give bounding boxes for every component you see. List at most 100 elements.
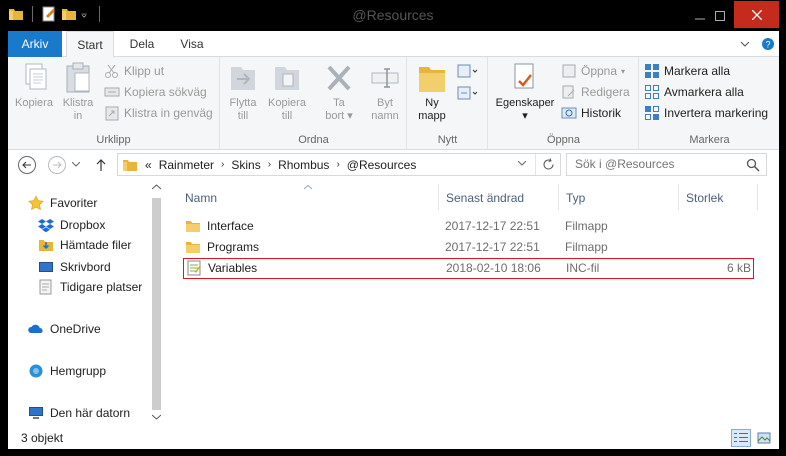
new-item-icon[interactable]	[456, 63, 478, 79]
file-row[interactable]: Interface 2017-12-17 22:51 Filmapp	[183, 216, 754, 236]
paste-label-line2: in	[73, 110, 83, 122]
file-modified: 2017-12-17 22:51	[445, 219, 540, 233]
file-modified: 2018-02-10 18:06	[446, 261, 541, 275]
nav-item-onedrive[interactable]: OneDrive	[28, 319, 101, 339]
tab-start[interactable]: Start	[66, 31, 114, 58]
dropbox-icon	[38, 219, 54, 233]
column-header-modified[interactable]: Senast ändrad	[446, 189, 524, 207]
history-icon	[561, 107, 577, 119]
copy-path-label: Kopiera sökväg	[124, 85, 207, 99]
breadcrumb-overflow[interactable]: «	[145, 158, 152, 172]
up-arrow-icon	[96, 159, 106, 171]
nav-item-recent-places[interactable]: Tidigare platser	[38, 277, 142, 297]
breadcrumb-skins[interactable]: Skins	[231, 158, 260, 172]
easy-access-icon[interactable]	[456, 85, 478, 101]
copy-path-button[interactable]: Kopiera sökväg	[104, 82, 207, 102]
breadcrumb-resources[interactable]: @Resources	[347, 158, 417, 172]
back-button[interactable]	[16, 154, 38, 176]
history-button[interactable]: Historik	[561, 103, 621, 123]
tab-view[interactable]: Visa	[172, 31, 212, 57]
nav-label-recent-places: Tidigare platser	[60, 280, 143, 294]
select-none-button[interactable]: Avmarkera alla	[644, 82, 744, 102]
expand-ribbon-icon[interactable]	[739, 38, 751, 50]
tab-share[interactable]: Dela	[122, 31, 162, 57]
rename-label-line2: namn	[371, 110, 399, 122]
column-header-type[interactable]: Typ	[566, 189, 585, 207]
select-none-label: Avmarkera alla	[664, 85, 744, 99]
nav-label-desktop: Skrivbord	[60, 260, 111, 274]
paste-button[interactable]: Klistra in	[58, 61, 98, 123]
group-organize: Flytta till Kopiera till Ta bort ▾ Byt namn …	[221, 57, 407, 150]
edit-button[interactable]: Redigera	[561, 82, 630, 102]
column-divider[interactable]	[558, 184, 559, 210]
cut-button[interactable]: Klipp ut	[104, 61, 164, 81]
close-button[interactable]	[734, 1, 779, 28]
star-icon	[28, 195, 44, 211]
copy-to-icon	[275, 67, 299, 90]
large-icons-view-button[interactable]	[754, 429, 774, 447]
copy-button[interactable]: Kopiera	[14, 61, 54, 110]
scroll-down-icon[interactable]	[152, 414, 161, 420]
chevron-down-icon	[72, 162, 80, 167]
scroll-thumb[interactable]	[152, 198, 161, 410]
move-to-label: Flytta till	[230, 97, 257, 123]
close-icon	[751, 9, 762, 20]
up-button[interactable]	[90, 154, 112, 176]
column-divider[interactable]	[678, 184, 679, 210]
large-icons-view-icon	[757, 432, 771, 444]
properties-button[interactable]: Egenskaper ▾	[493, 61, 557, 123]
column-header-name[interactable]: Namn	[185, 189, 217, 207]
move-to-button[interactable]: Flytta till	[223, 61, 263, 123]
column-divider[interactable]	[757, 184, 758, 210]
paste-shortcut-button[interactable]: Klistra in genväg	[104, 103, 213, 123]
search-input[interactable]	[575, 157, 745, 171]
copy-to-button[interactable]: Kopiera till	[267, 61, 307, 123]
refresh-icon[interactable]	[542, 158, 555, 171]
invert-selection-button[interactable]: Invertera markering	[644, 103, 768, 123]
breadcrumb-rainmeter[interactable]: Rainmeter	[159, 158, 214, 172]
file-row-highlighted[interactable]: Variables 2018-02-10 18:06 INC-fil 6 kB	[183, 258, 754, 279]
column-divider[interactable]	[438, 184, 439, 210]
copy-to-label-line2: till	[281, 110, 293, 122]
file-type: Filmapp	[565, 219, 608, 233]
help-icon[interactable]: ?	[761, 37, 775, 51]
details-view-button[interactable]	[731, 429, 751, 447]
open-button[interactable]: Öppna ▾	[561, 61, 625, 81]
tab-file[interactable]: Arkiv	[8, 31, 62, 57]
scroll-up-icon[interactable]	[152, 184, 161, 190]
nav-item-favorites[interactable]: Favoriter	[28, 193, 97, 213]
chevron-right-icon[interactable]: ›	[268, 159, 271, 170]
forward-arrow-icon	[48, 156, 66, 174]
nav-scrollbar[interactable]	[148, 180, 165, 427]
breadcrumb-rhombus[interactable]: Rhombus	[278, 158, 329, 172]
nav-item-downloads[interactable]: Hämtade filer	[38, 235, 131, 255]
nav-item-dropbox[interactable]: Dropbox	[38, 215, 105, 235]
group-label-new: Nytt	[437, 134, 458, 146]
column-header-size[interactable]: Storlek	[686, 189, 723, 207]
group-clipboard: Kopiera Klistra in Klipp ut Kopiera sökvä…	[8, 57, 220, 150]
new-folder-button[interactable]: Ny mapp	[412, 61, 452, 123]
breadcrumb: « Rainmeter › Skins › Rhombus › @Resourc…	[122, 154, 416, 175]
svg-text:?: ?	[765, 40, 770, 50]
properties-label: Egenskaper ▾	[495, 97, 555, 122]
nav-item-this-pc[interactable]: Den här datorn	[28, 403, 130, 423]
nav-item-homegroup[interactable]: Hemgrupp	[28, 361, 106, 381]
file-row[interactable]: Programs 2017-12-17 22:51 Filmapp	[183, 237, 754, 257]
chevron-right-icon[interactable]: ›	[336, 159, 339, 170]
recent-locations-button[interactable]	[70, 154, 82, 176]
chevron-right-icon[interactable]: ›	[221, 159, 224, 170]
search-box[interactable]	[566, 153, 767, 176]
inc-file-icon	[187, 260, 201, 276]
group-label-open: Öppna	[546, 134, 581, 146]
rename-button[interactable]: Byt namn	[365, 61, 405, 123]
nav-item-desktop[interactable]: Skrivbord	[38, 257, 111, 277]
paste-shortcut-label: Klistra in genväg	[124, 106, 213, 120]
maximize-icon	[715, 10, 725, 21]
edit-label: Redigera	[581, 85, 630, 99]
delete-button[interactable]: Ta bort ▾	[319, 61, 359, 123]
forward-button[interactable]	[46, 154, 68, 176]
address-bar[interactable]: « Rainmeter › Skins › Rhombus › @Resourc…	[117, 153, 561, 176]
select-all-icon	[645, 64, 659, 78]
address-dropdown-icon[interactable]	[518, 161, 526, 167]
select-all-button[interactable]: Markera alla	[644, 61, 730, 81]
